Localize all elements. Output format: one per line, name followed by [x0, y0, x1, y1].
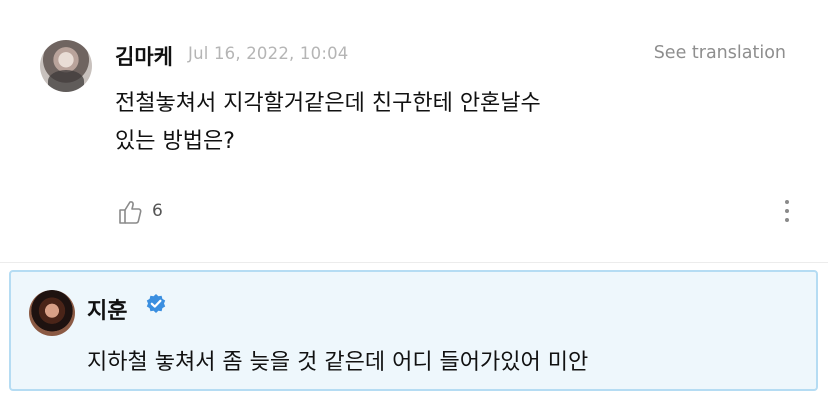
fan-comment: 김마케 Jul 16, 2022, 10:04 See translation …	[0, 0, 828, 262]
more-dot-icon	[785, 218, 789, 222]
divider	[0, 262, 828, 263]
thumbs-up-icon	[119, 201, 142, 224]
verified-badge-icon	[146, 294, 166, 313]
comment-text: 전철놓쳐서 지각할거같은데 친구한테 안혼날수 있는 방법은?	[115, 85, 635, 161]
comment-thread: 김마케 Jul 16, 2022, 10:04 See translation …	[0, 0, 828, 400]
more-dot-icon	[785, 200, 789, 204]
like-count: 6	[152, 201, 163, 221]
artist-reply: 지훈 지하철 놓쳐서 좀 늦을 것 같은데 어디 들어가있어 미안	[9, 270, 818, 391]
artist-name[interactable]: 지훈	[87, 293, 127, 325]
see-translation-link[interactable]: See translation	[654, 43, 786, 63]
commenter-avatar[interactable]	[40, 40, 92, 92]
commenter-name[interactable]: 김마케	[115, 41, 173, 71]
comment-timestamp: Jul 16, 2022, 10:04	[188, 44, 349, 63]
comment-text-line-1: 전철놓쳐서 지각할거같은데 친구한테 안혼날수	[115, 91, 541, 116]
more-dot-icon	[785, 209, 789, 213]
artist-avatar[interactable]	[29, 290, 75, 336]
avatar-shading	[48, 70, 84, 92]
reply-text: 지하철 놓쳐서 좀 늦을 것 같은데 어디 들어가있어 미안	[87, 350, 589, 375]
like-button[interactable]	[116, 198, 144, 226]
more-options-button[interactable]	[782, 200, 792, 228]
comment-text-line-2: 있는 방법은?	[115, 129, 235, 154]
